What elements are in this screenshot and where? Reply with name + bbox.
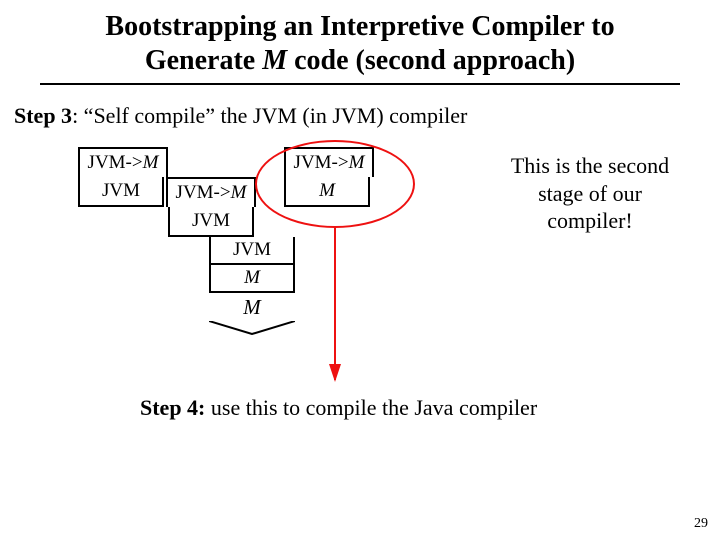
t-mid-source: JVM->M <box>168 179 254 207</box>
v-notch-icon <box>209 321 295 335</box>
title-line2-ital: M <box>262 45 287 76</box>
t-left-impl: JVM <box>78 177 164 207</box>
note-l2: stage of our <box>538 181 642 206</box>
t-mid-impl: JVM <box>168 207 254 237</box>
step4-text: use this to compile the Java compiler <box>205 395 537 420</box>
title-line2a: Generate <box>145 45 262 76</box>
t-left-src-text: JVM-> <box>88 152 143 174</box>
t-right-src-text: JVM-> <box>294 152 349 174</box>
title-underline <box>40 83 680 85</box>
side-note: This is the second stage of our compiler… <box>480 152 700 235</box>
t-mid-src-tgt: M <box>231 182 247 204</box>
title-line2b: code (second approach) <box>287 45 575 76</box>
t-right-impl: M <box>284 177 370 207</box>
t-diagram-middle: JVM->M JVM <box>166 177 256 237</box>
stack-cell-m1: M <box>209 265 295 293</box>
t-right-source: JVM->M <box>286 149 372 177</box>
stack-cell-jvm: JVM <box>209 237 295 265</box>
step3-label: Step 3 <box>14 103 72 128</box>
page-number: 29 <box>694 516 708 532</box>
step3-text: : “Self compile” the JVM (in JVM) compil… <box>72 103 467 128</box>
t-left-source: JVM->M <box>80 149 166 177</box>
note-l3: compiler! <box>547 208 633 233</box>
step4-label: Step 4: <box>140 395 205 420</box>
stack-cell-m2: M <box>209 293 295 321</box>
t-diagram-left: JVM->M JVM <box>78 147 168 207</box>
step3-line: Step 3: “Self compile” the JVM (in JVM) … <box>0 103 720 129</box>
slide-title: Bootstrapping an Interpretive Compiler t… <box>0 0 720 83</box>
note-l1: This is the second <box>511 153 669 178</box>
t-right-src-tgt: M <box>349 152 365 174</box>
title-line1: Bootstrapping an Interpretive Compiler t… <box>105 11 614 42</box>
step4-line: Step 4: use this to compile the Java com… <box>140 395 537 421</box>
t-left-src-tgt: M <box>143 152 159 174</box>
t-mid-src-text: JVM-> <box>176 182 231 204</box>
t-diagram-right: JVM->M M <box>284 147 374 207</box>
